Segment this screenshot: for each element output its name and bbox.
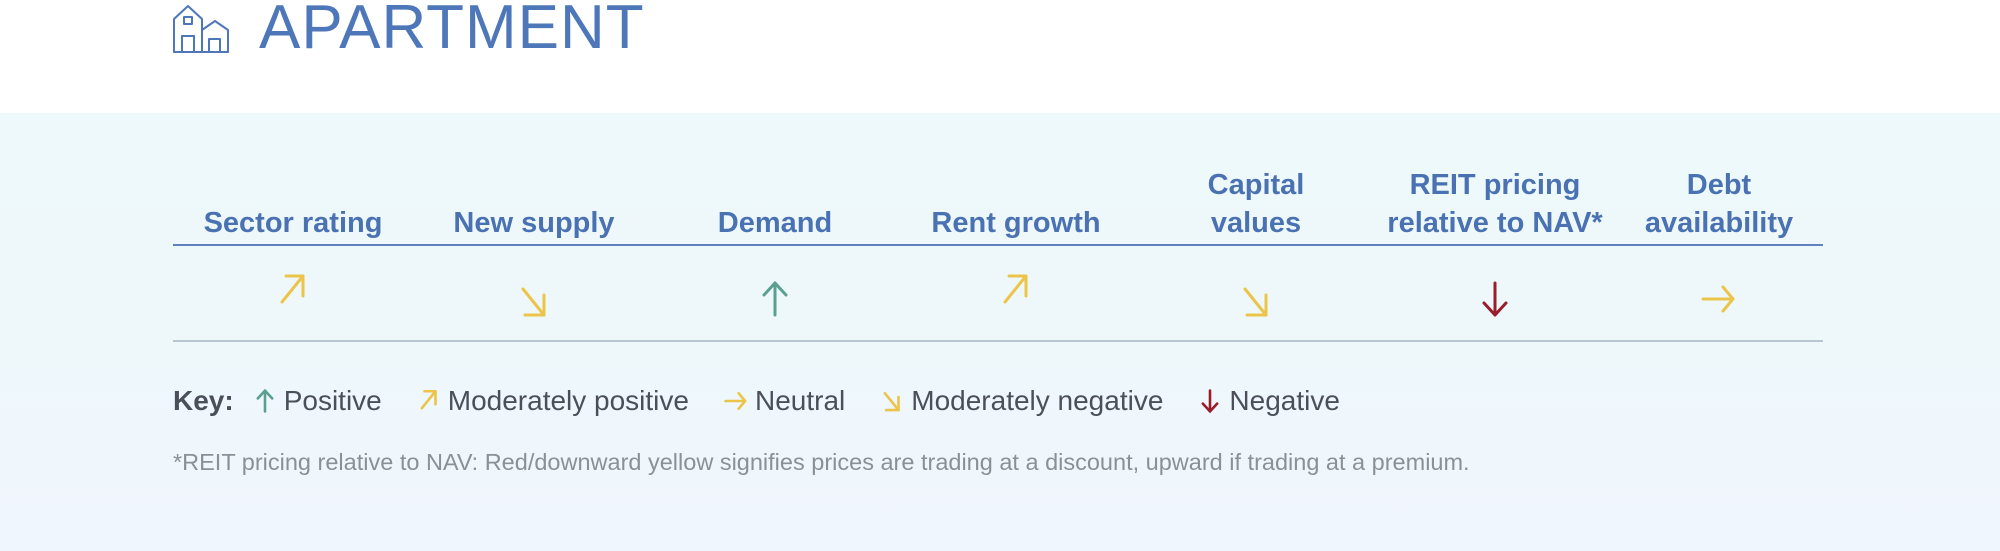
rating-cell <box>1137 263 1375 333</box>
rating-cell <box>413 263 655 333</box>
legend-item-moderately-positive: Moderately positive <box>416 385 689 417</box>
legend-item-label: Positive <box>283 385 382 416</box>
arrow-down-icon <box>1482 281 1508 317</box>
column-header: REIT pricing relative to NAV* <box>1375 166 1615 245</box>
column-header: New supply <box>413 204 655 245</box>
outlook-panel: Sector rating New supply Demand Rent growth… <box>0 113 2000 551</box>
legend-item-label: Moderately positive <box>447 385 689 416</box>
column-header-line: availability <box>1644 207 1794 239</box>
column-header-line: Demand <box>717 207 833 239</box>
table-header: Sector rating New supply Demand Rent growth… <box>173 165 1823 245</box>
legend-label: Key: <box>173 385 234 416</box>
column-header-line: Capital <box>1207 169 1305 201</box>
column-header: Rent growth <box>895 204 1137 245</box>
arrow-up-right-icon <box>420 389 437 410</box>
column-header: Sector rating <box>173 204 413 245</box>
rating-cell <box>895 263 1137 333</box>
rating-cell <box>1615 263 1823 333</box>
arrow-down-right-icon <box>521 287 546 317</box>
column-header-line: Rent growth <box>931 207 1101 239</box>
arrow-up-icon <box>256 389 274 413</box>
page-title: APARTMENT <box>259 0 645 62</box>
arrow-right-icon <box>1701 285 1735 313</box>
column-header-line: Sector rating <box>203 207 383 239</box>
column-header-line: Debt <box>1686 169 1752 201</box>
column-header-line: values <box>1210 207 1302 239</box>
arrow-up-right-icon <box>1003 274 1028 304</box>
header-divider <box>173 244 1823 246</box>
rating-cell <box>173 263 413 333</box>
arrow-down-right-icon <box>883 391 901 412</box>
arrow-right-icon <box>724 391 747 411</box>
header: APARTMENT <box>0 0 2000 113</box>
arrow-down-right-icon <box>1243 287 1268 317</box>
legend-item-neutral: Neutral <box>723 385 845 417</box>
table-divider <box>173 340 1823 342</box>
column-header: Debt availability <box>1615 166 1823 245</box>
ratings-row <box>173 263 1823 333</box>
column-header-line: REIT pricing <box>1409 169 1581 201</box>
column-header: Capital values <box>1137 166 1375 245</box>
rating-cell <box>655 263 895 333</box>
column-header-line: New supply <box>453 207 615 239</box>
arrow-up-icon <box>762 281 788 317</box>
column-header: Demand <box>655 204 895 245</box>
arrow-down-icon <box>1201 389 1219 413</box>
legend-item-positive: Positive <box>252 385 382 417</box>
rating-cell <box>1375 263 1615 333</box>
legend-item-label: Neutral <box>754 385 846 416</box>
legend: Key: Positive Moderately positive Neutral M… <box>173 381 1374 421</box>
legend-item-moderately-negative: Moderately negative <box>879 385 1163 417</box>
arrow-up-right-icon <box>280 274 305 304</box>
legend-item-label: Negative <box>1229 385 1340 416</box>
column-header-line: relative to NAV* <box>1387 207 1603 239</box>
houses-icon <box>173 5 229 53</box>
legend-item-label: Moderately negative <box>911 385 1164 416</box>
footnote: *REIT pricing relative to NAV: Red/downw… <box>173 449 1470 475</box>
legend-item-negative: Negative <box>1197 385 1340 417</box>
